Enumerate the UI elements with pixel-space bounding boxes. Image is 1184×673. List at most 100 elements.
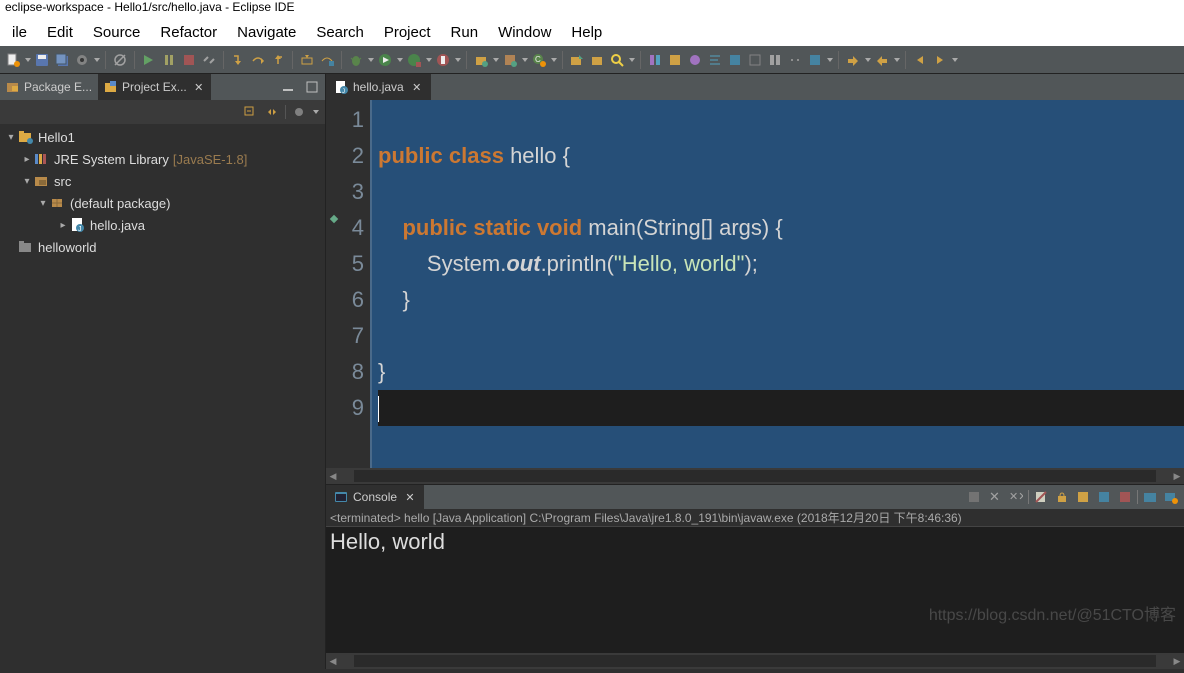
step-return-icon[interactable] bbox=[269, 51, 287, 69]
tree-project-hello1[interactable]: ▾ Hello1 bbox=[0, 126, 325, 148]
back-icon[interactable] bbox=[911, 51, 929, 69]
expand-icon[interactable]: ▸ bbox=[56, 220, 70, 231]
editor-hscrollbar[interactable]: ◀ ▶ bbox=[326, 468, 1184, 484]
menu-file[interactable]: ile bbox=[2, 20, 37, 45]
tree-project-helloworld[interactable]: ▸ helloworld bbox=[0, 236, 325, 258]
ext-tools-dropdown[interactable] bbox=[454, 51, 461, 69]
search-dropdown[interactable] bbox=[628, 51, 635, 69]
ext-tools-icon[interactable] bbox=[434, 51, 452, 69]
open-console-icon[interactable] bbox=[1141, 488, 1159, 506]
expand-icon[interactable]: ▾ bbox=[20, 176, 34, 187]
debug-dropdown[interactable] bbox=[367, 51, 374, 69]
remove-launch-icon[interactable]: ✕ bbox=[986, 488, 1004, 506]
tab-console[interactable]: Console ✕ bbox=[326, 485, 424, 509]
debug-icon[interactable] bbox=[347, 51, 365, 69]
new-java-project-icon[interactable] bbox=[472, 51, 490, 69]
expand-icon[interactable]: ▾ bbox=[4, 132, 18, 143]
close-icon[interactable]: ✕ bbox=[404, 491, 416, 503]
next-annotation-icon[interactable] bbox=[844, 51, 862, 69]
new-package-dropdown[interactable] bbox=[521, 51, 528, 69]
tree-default-package[interactable]: ▾ (default package) bbox=[0, 192, 325, 214]
pin-console-icon[interactable] bbox=[1095, 488, 1113, 506]
block-sel-icon[interactable] bbox=[766, 51, 784, 69]
remove-all-icon[interactable]: ✕✕ bbox=[1007, 488, 1025, 506]
suspend-icon[interactable] bbox=[160, 51, 178, 69]
code-area[interactable]: public class hello { public static void … bbox=[372, 100, 1184, 468]
console-output[interactable]: Hello, worldhttps://blog.csdn.net/@51CTO… bbox=[326, 527, 1184, 653]
scroll-lock-icon[interactable] bbox=[1053, 488, 1071, 506]
terminate-icon[interactable] bbox=[180, 51, 198, 69]
resume-icon[interactable] bbox=[140, 51, 158, 69]
open-type-icon[interactable] bbox=[568, 51, 586, 69]
tab-project-explorer[interactable]: Project Ex... ✕ bbox=[98, 74, 211, 100]
tree-src-folder[interactable]: ▾ src bbox=[0, 170, 325, 192]
collapse-all-icon[interactable] bbox=[241, 103, 259, 121]
run-dropdown[interactable] bbox=[396, 51, 403, 69]
link-editor-icon[interactable] bbox=[263, 103, 281, 121]
close-icon[interactable]: ✕ bbox=[411, 81, 423, 93]
pin-icon[interactable] bbox=[806, 51, 824, 69]
build-dropdown[interactable] bbox=[93, 51, 100, 69]
maximize-icon[interactable] bbox=[303, 78, 321, 96]
scroll-track[interactable] bbox=[354, 655, 1156, 667]
close-icon[interactable]: ✕ bbox=[193, 81, 205, 93]
menu-window[interactable]: Window bbox=[488, 20, 561, 45]
code-editor[interactable]: 1 2 3 4 5 6 7 8 9 public class hello { p… bbox=[326, 100, 1184, 468]
prev-annotation-icon[interactable] bbox=[873, 51, 891, 69]
menu-navigate[interactable]: Navigate bbox=[227, 20, 306, 45]
coverage-dropdown[interactable] bbox=[425, 51, 432, 69]
new-console-icon[interactable] bbox=[1162, 488, 1180, 506]
menu-edit[interactable]: Edit bbox=[37, 20, 83, 45]
task-icon[interactable] bbox=[686, 51, 704, 69]
menu-search[interactable]: Search bbox=[306, 20, 374, 45]
editor-tab-hello[interactable]: J hello.java ✕ bbox=[326, 74, 431, 100]
scroll-track[interactable] bbox=[354, 470, 1156, 482]
pin-dropdown[interactable] bbox=[826, 51, 833, 69]
skip-breakpoints-icon[interactable] bbox=[111, 51, 129, 69]
menu-run[interactable]: Run bbox=[441, 20, 489, 45]
step-into-icon[interactable] bbox=[229, 51, 247, 69]
expand-icon[interactable]: ▸ bbox=[20, 154, 34, 165]
menu-project[interactable]: Project bbox=[374, 20, 441, 45]
disconnect-icon[interactable] bbox=[200, 51, 218, 69]
terminate-icon[interactable] bbox=[965, 488, 983, 506]
expand-icon[interactable]: ▾ bbox=[36, 198, 50, 209]
scroll-left-icon[interactable]: ◀ bbox=[326, 469, 340, 483]
word-wrap-icon[interactable] bbox=[1074, 488, 1092, 506]
annotation-icon[interactable] bbox=[666, 51, 684, 69]
step-filters-icon[interactable] bbox=[318, 51, 336, 69]
display-console-icon[interactable] bbox=[1116, 488, 1134, 506]
project-tree[interactable]: ▾ Hello1 ▸ JRE System Library [JavaSE-1.… bbox=[0, 124, 325, 669]
tree-jre-library[interactable]: ▸ JRE System Library [JavaSE-1.8] bbox=[0, 148, 325, 170]
new-dropdown[interactable] bbox=[24, 51, 31, 69]
new-class-dropdown[interactable] bbox=[550, 51, 557, 69]
open-task-icon[interactable] bbox=[588, 51, 606, 69]
console-hscrollbar[interactable]: ◀ ▶ bbox=[326, 653, 1184, 669]
line-gutter[interactable]: 1 2 3 4 5 6 7 8 9 bbox=[340, 100, 372, 468]
focus-task-icon[interactable] bbox=[290, 103, 308, 121]
save-icon[interactable] bbox=[33, 51, 51, 69]
blank-icon[interactable] bbox=[746, 51, 764, 69]
drop-frame-icon[interactable] bbox=[298, 51, 316, 69]
tab-package-explorer[interactable]: Package E... bbox=[0, 74, 98, 100]
format-icon[interactable] bbox=[706, 51, 724, 69]
next-annotation-dropdown[interactable] bbox=[864, 51, 871, 69]
run-icon[interactable] bbox=[376, 51, 394, 69]
search-icon[interactable] bbox=[608, 51, 626, 69]
build-icon[interactable] bbox=[73, 51, 91, 69]
step-over-icon[interactable] bbox=[249, 51, 267, 69]
coverage-icon[interactable] bbox=[405, 51, 423, 69]
forward-icon[interactable] bbox=[931, 51, 949, 69]
marker-bar[interactable] bbox=[326, 100, 340, 468]
scroll-right-icon[interactable]: ▶ bbox=[1170, 469, 1184, 483]
new-icon[interactable] bbox=[4, 51, 22, 69]
new-class-icon[interactable]: C bbox=[530, 51, 548, 69]
forward-dropdown[interactable] bbox=[951, 51, 958, 69]
show-whitespace-icon[interactable] bbox=[786, 51, 804, 69]
scroll-right-icon[interactable]: ▶ bbox=[1170, 654, 1184, 668]
prev-annotation-dropdown[interactable] bbox=[893, 51, 900, 69]
save-all-icon[interactable] bbox=[53, 51, 71, 69]
tree-hello-java[interactable]: ▸ J hello.java bbox=[0, 214, 325, 236]
menu-help[interactable]: Help bbox=[561, 20, 612, 45]
new-package-icon[interactable] bbox=[501, 51, 519, 69]
